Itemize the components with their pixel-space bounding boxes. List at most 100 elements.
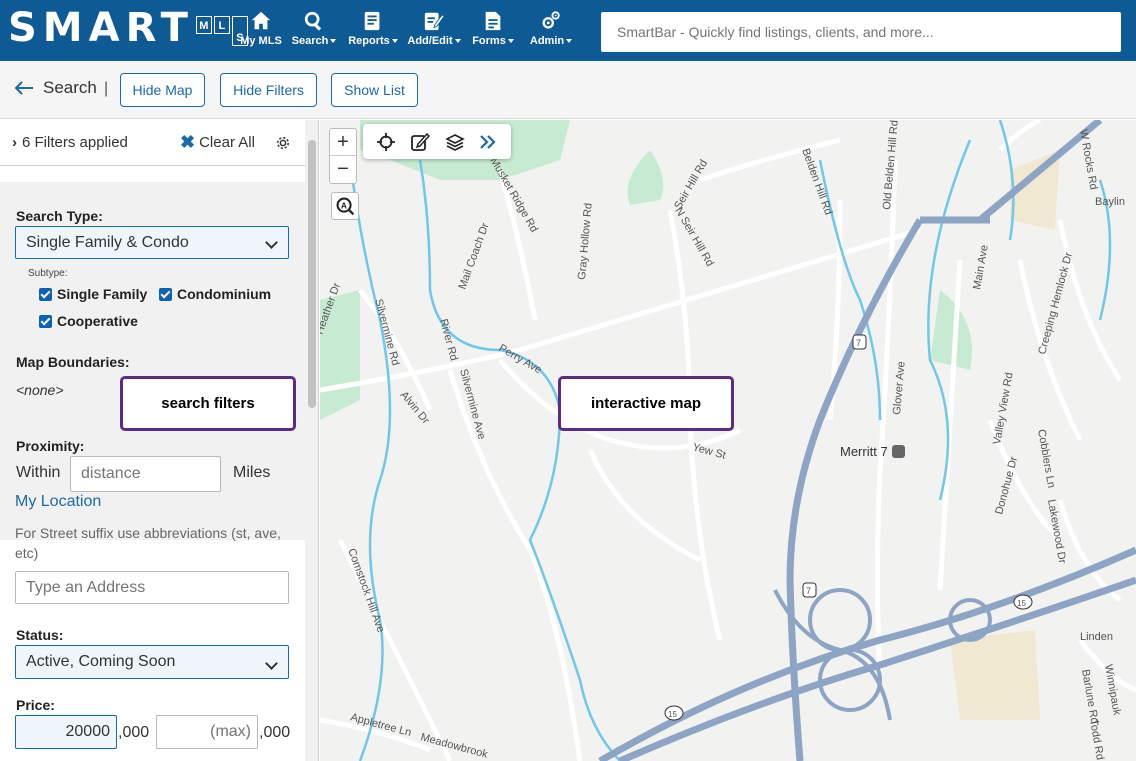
street-label: Donohue Dr — [993, 455, 1020, 516]
street-label: Old Belden Hill Rd — [881, 120, 901, 210]
nav-add-edit[interactable]: Add/Edit — [404, 10, 464, 47]
nav-forms[interactable]: Forms — [464, 10, 522, 47]
price-min-suffix: ,000 — [118, 724, 150, 741]
subtype-label: Subtype: — [28, 268, 68, 279]
nav-label: Reports — [348, 35, 390, 47]
filters-scrollbar-thumb[interactable] — [308, 140, 316, 408]
street-label: Barlune Rd — [1079, 668, 1100, 724]
status-value: Active, Coming Soon — [26, 653, 176, 670]
report-icon — [364, 11, 380, 31]
edit-icon — [424, 12, 445, 31]
map-boundaries-value: <none> — [16, 382, 64, 398]
checkbox-checked-icon — [39, 314, 52, 328]
filters-header: › 6 Filters applied ✖ Clear All — [0, 120, 305, 166]
street-label: Linden — [1080, 631, 1113, 643]
street-label: Glover Ave — [891, 361, 908, 415]
status-select[interactable]: Active, Coming Soon — [15, 645, 289, 679]
subtype-condominium-checkbox[interactable]: Condominium — [159, 286, 271, 302]
nav-admin[interactable]: Admin — [522, 10, 580, 47]
place-label: Merritt 7 — [840, 444, 888, 459]
zoom-in-button[interactable]: + — [330, 129, 356, 156]
search-type-select[interactable]: Single Family & Condo — [15, 226, 289, 259]
filters-toggle[interactable]: › 6 Filters applied — [12, 134, 128, 151]
nav-label: Search — [291, 35, 329, 47]
map-boundaries-label: Map Boundaries: — [16, 354, 130, 370]
back-label: Search — [43, 78, 97, 97]
search-type-label: Search Type: — [16, 208, 103, 224]
price-min-input[interactable]: 20000 — [15, 715, 117, 749]
map-canvas: 7 7 15 15 Musket Ridge Rd Seir Hill Rd N… — [320, 120, 1136, 761]
zoom-out-button[interactable]: − — [330, 156, 356, 183]
route-shield-label: 7 — [806, 586, 811, 596]
price-min-value: 20000 — [65, 723, 111, 740]
gear-icon[interactable] — [274, 134, 292, 152]
filters-panel: › 6 Filters applied ✖ Clear All Search T… — [0, 120, 319, 761]
logo-box-m: M — [195, 16, 212, 34]
street-label: Mail Coach Dr — [457, 221, 492, 291]
merritt-7-station-label: Merritt 7 — [840, 444, 905, 459]
crosshair-icon[interactable] — [376, 132, 396, 152]
nav-reports[interactable]: Reports — [342, 10, 404, 47]
back-to-search-link[interactable]: Search — [14, 78, 97, 98]
hide-filters-button[interactable]: Hide Filters — [220, 73, 317, 107]
nav-label: Add/Edit — [407, 35, 453, 47]
search-type-value: Single Family & Condo — [26, 233, 189, 251]
layers-icon[interactable] — [445, 132, 465, 152]
close-icon: ✖ — [180, 132, 196, 152]
price-label: Price: — [16, 697, 55, 713]
checkbox-label: Cooperative — [57, 313, 138, 329]
street-label: Comstock Hill Ave — [345, 547, 387, 634]
interactive-map[interactable]: 7 7 15 15 Musket Ridge Rd Seir Hill Rd N… — [320, 120, 1136, 761]
smartmls-logo[interactable]: SMART M L S — [8, 8, 248, 48]
arrow-left-icon — [14, 81, 33, 95]
street-label: River Rd — [437, 318, 460, 362]
park-area — [627, 150, 664, 205]
subtype-single-family-checkbox[interactable]: Single Family — [39, 286, 147, 302]
home-icon — [251, 11, 271, 30]
expand-icon[interactable] — [478, 132, 498, 152]
street-label: Cobblers Ln — [1035, 428, 1057, 489]
street-label: Winnipauk — [1102, 663, 1123, 716]
interactive-map-callout: interactive map — [558, 376, 734, 431]
draw-icon[interactable] — [410, 132, 430, 152]
top-header: SMART M L S My MLS Search Reports Add/Ed… — [0, 0, 1136, 61]
search-area-button[interactable]: A — [331, 192, 359, 220]
logo-text: SMART — [8, 5, 194, 51]
clear-all-label: Clear All — [199, 134, 255, 151]
street-label: Main Ave — [971, 244, 991, 290]
chevron-down-icon — [330, 39, 337, 44]
subtype-cooperative-checkbox[interactable]: Cooperative — [39, 313, 138, 329]
address-input[interactable] — [15, 571, 289, 604]
nav-my-mls[interactable]: My MLS — [236, 10, 286, 47]
road — [587, 449, 702, 563]
highway-route-7 — [786, 218, 924, 761]
within-label: Within — [16, 464, 61, 481]
search-toolbar: Search | Hide Map Hide Filters Show List — [0, 61, 1136, 119]
nav-search[interactable]: Search — [286, 10, 342, 47]
smartbar-input[interactable] — [601, 12, 1121, 52]
checkbox-checked-icon — [159, 287, 172, 301]
street-label: Valley View Rd — [991, 372, 1015, 446]
train-icon — [891, 445, 905, 458]
hide-map-button[interactable]: Hide Map — [120, 73, 205, 107]
chevron-down-icon — [507, 39, 514, 44]
street-label: Gray Hollow Rd — [576, 202, 595, 280]
filters-applied-label: 6 Filters applied — [22, 134, 128, 151]
checkbox-checked-icon — [39, 287, 52, 301]
route-shield-label: 7 — [856, 338, 861, 348]
my-location-link[interactable]: My Location — [15, 493, 101, 511]
chevron-down-icon — [265, 657, 278, 670]
chevron-down-icon — [566, 39, 573, 44]
checkbox-label: Single Family — [57, 286, 148, 302]
river — [348, 159, 392, 761]
status-label: Status: — [16, 627, 64, 643]
road — [1017, 259, 1083, 442]
main-nav: My MLS Search Reports Add/Edit Forms Adm… — [236, 10, 580, 47]
clear-all-button[interactable]: ✖ Clear All — [180, 132, 255, 152]
show-list-button[interactable]: Show List — [331, 73, 418, 107]
price-max-input[interactable] — [156, 715, 258, 749]
chevron-right-icon: › — [12, 134, 17, 151]
svg-text:A: A — [341, 200, 347, 210]
street-suffix-hint: For Street suffix use abbreviations (st,… — [15, 525, 281, 561]
distance-input[interactable] — [70, 456, 221, 492]
